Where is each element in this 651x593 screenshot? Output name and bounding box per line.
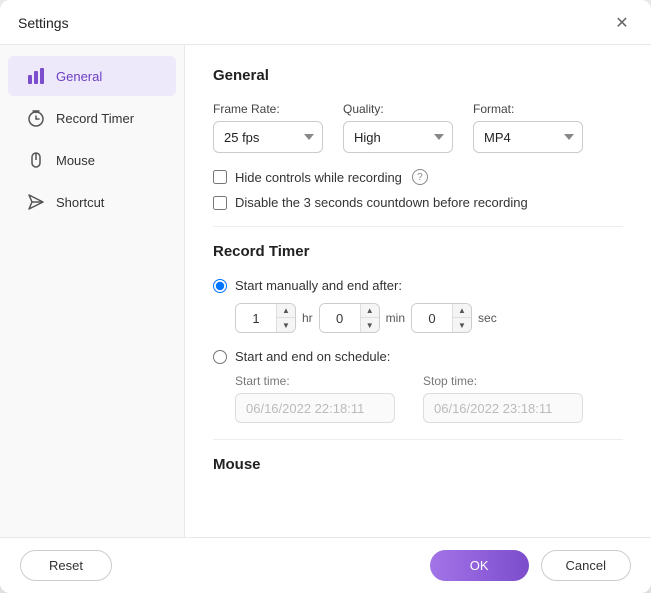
title-bar: Settings ✕ [0,0,651,45]
sec-down-button[interactable]: ▼ [453,318,471,332]
hr-input[interactable] [236,304,276,332]
disable-countdown-checkbox[interactable] [213,196,227,210]
manual-radio[interactable] [213,279,227,293]
disable-countdown-row: Disable the 3 seconds countdown before r… [213,195,623,210]
hr-up-button[interactable]: ▲ [277,304,295,318]
sidebar: General Record Timer [0,45,185,537]
divider-2 [213,439,623,440]
reset-button[interactable]: Reset [20,550,112,581]
sidebar-item-shortcut-label: Shortcut [56,195,104,210]
disable-countdown-label: Disable the 3 seconds countdown before r… [235,195,528,210]
hr-spinner-btns: ▲ ▼ [276,304,295,332]
sec-label: sec [478,311,497,325]
mouse-icon [26,150,46,170]
stop-time-input[interactable] [423,393,583,423]
mouse-section-title: Mouse [213,456,623,473]
ok-button[interactable]: OK [430,550,529,581]
time-inputs-row: ▲ ▼ hr ▲ ▼ min [235,303,623,333]
frame-rate-select[interactable]: 25 fps 30 fps 60 fps [213,121,323,153]
divider-1 [213,226,623,227]
quality-select[interactable]: High Medium Low [343,121,453,153]
cancel-button[interactable]: Cancel [541,550,631,581]
footer-actions: OK Cancel [430,550,631,581]
sec-spinner: ▲ ▼ [411,303,472,333]
hr-label: hr [302,311,313,325]
schedule-section: Start time: Stop time: [235,374,623,423]
sec-input[interactable] [412,304,452,332]
start-time-label: Start time: [235,374,395,388]
sec-up-button[interactable]: ▲ [453,304,471,318]
schedule-mode-label: Start and end on schedule: [235,349,390,364]
chart-bar-icon [26,66,46,86]
hide-controls-checkbox[interactable] [213,170,227,184]
min-down-button[interactable]: ▼ [361,318,379,332]
body: General Record Timer [0,45,651,537]
min-input[interactable] [320,304,360,332]
footer: Reset OK Cancel [0,537,651,593]
sidebar-item-record-timer-label: Record Timer [56,111,134,126]
help-icon[interactable]: ? [412,169,428,185]
quality-label: Quality: [343,102,453,116]
format-select[interactable]: MP4 MOV AVI [473,121,583,153]
settings-window: Settings ✕ General [0,0,651,593]
schedule-radio-row: Start and end on schedule: [213,349,623,364]
start-time-group: Start time: [235,374,395,423]
format-label: Format: [473,102,583,116]
sidebar-item-mouse-label: Mouse [56,153,95,168]
sidebar-item-general-label: General [56,69,102,84]
min-label: min [386,311,405,325]
record-timer-title: Record Timer [213,243,623,260]
sec-spinner-btns: ▲ ▼ [452,304,471,332]
manual-radio-row: Start manually and end after: [213,278,623,293]
frame-rate-group: Frame Rate: 25 fps 30 fps 60 fps [213,102,323,153]
hr-down-button[interactable]: ▼ [277,318,295,332]
sidebar-item-general[interactable]: General [8,56,176,96]
close-button[interactable]: ✕ [611,12,633,34]
sidebar-item-record-timer[interactable]: Record Timer [8,98,176,138]
manual-mode-label: Start manually and end after: [235,278,402,293]
clock-icon [26,108,46,128]
start-time-input[interactable] [235,393,395,423]
window-title: Settings [18,15,69,31]
schedule-times-row: Start time: Stop time: [235,374,623,423]
format-row: Frame Rate: 25 fps 30 fps 60 fps Quality… [213,102,623,153]
quality-group: Quality: High Medium Low [343,102,453,153]
sidebar-item-mouse[interactable]: Mouse [8,140,176,180]
min-spinner: ▲ ▼ [319,303,380,333]
main-content: General Frame Rate: 25 fps 30 fps 60 fps… [185,45,651,537]
hide-controls-label: Hide controls while recording [235,170,402,185]
min-up-button[interactable]: ▲ [361,304,379,318]
format-group: Format: MP4 MOV AVI [473,102,583,153]
general-section: General Frame Rate: 25 fps 30 fps 60 fps… [213,67,623,210]
sidebar-item-shortcut[interactable]: Shortcut [8,182,176,222]
min-spinner-btns: ▲ ▼ [360,304,379,332]
stop-time-group: Stop time: [423,374,583,423]
general-title: General [213,67,623,84]
schedule-radio[interactable] [213,350,227,364]
hide-controls-row: Hide controls while recording ? [213,169,623,185]
record-timer-section: Record Timer Start manually and end afte… [213,243,623,423]
frame-rate-label: Frame Rate: [213,102,323,116]
hr-spinner: ▲ ▼ [235,303,296,333]
stop-time-label: Stop time: [423,374,583,388]
send-icon [26,192,46,212]
